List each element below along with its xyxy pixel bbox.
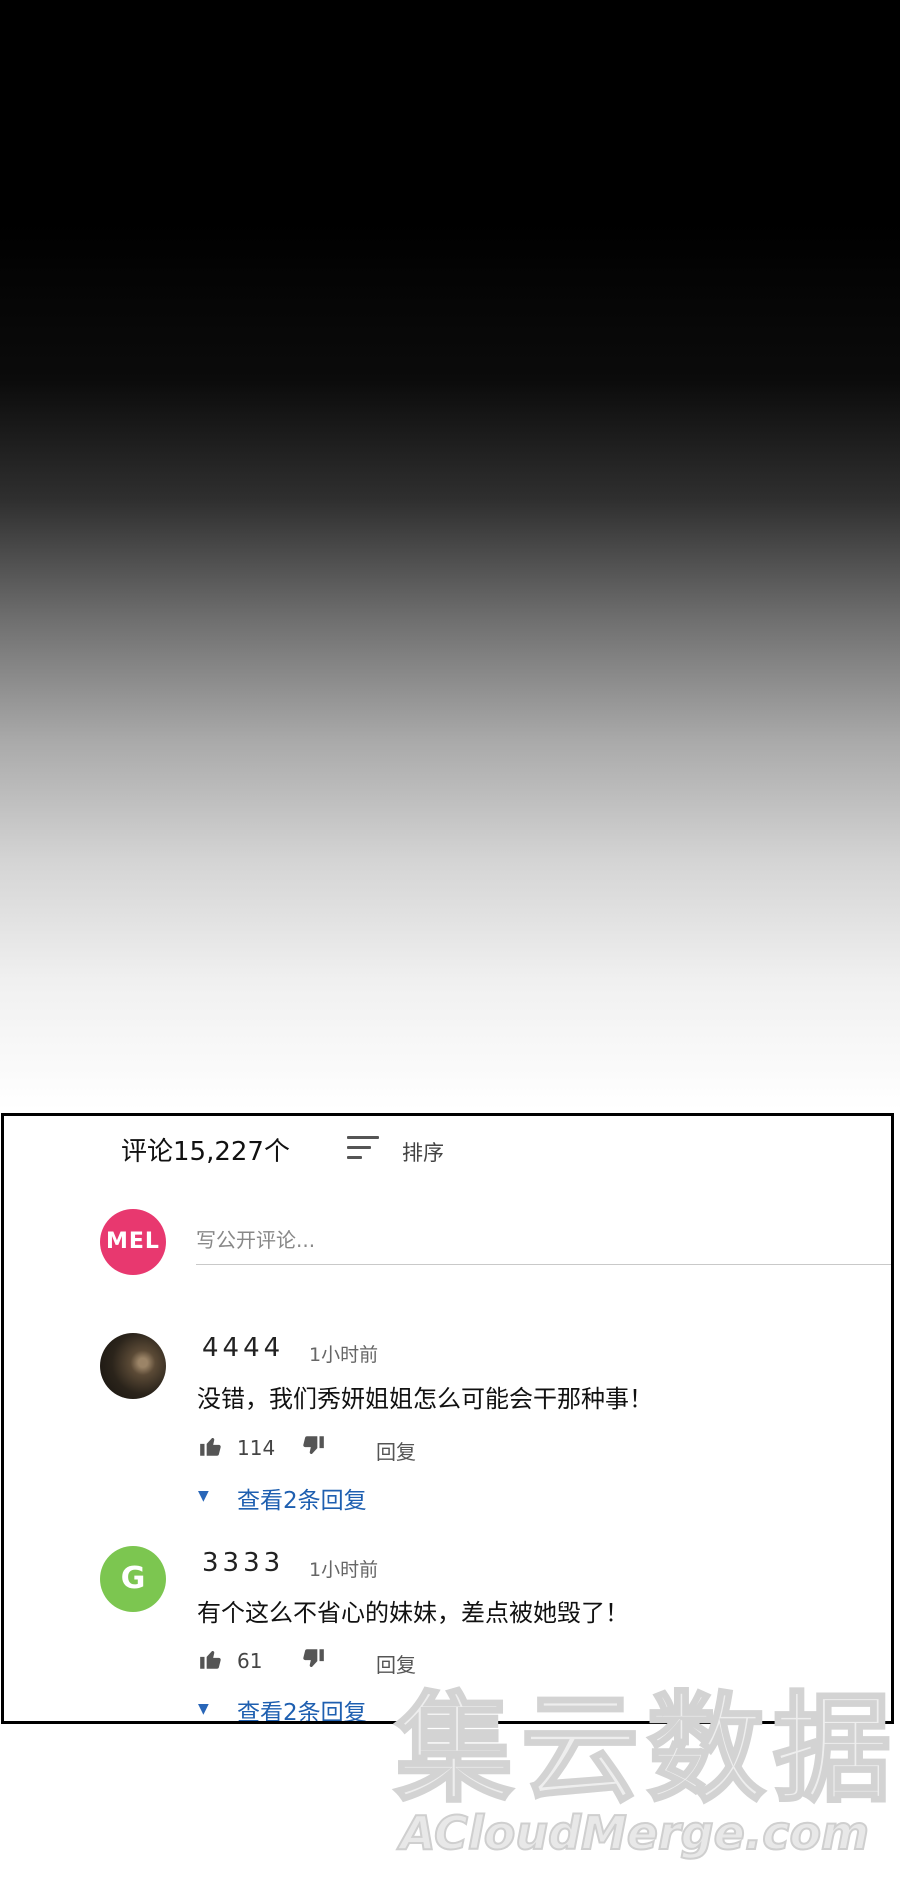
watermark-chinese: 集云数据 [393,1680,900,1818]
comment-time: 1小时前 [309,1344,379,1366]
thumbs-down-icon[interactable] [299,1646,327,1672]
reply-button[interactable]: 回复 [376,1436,416,1465]
caret-down-icon[interactable]: ▼ [198,1488,209,1504]
reply-button[interactable]: 回复 [376,1649,416,1678]
like-count: 114 [237,1436,276,1460]
watermark-english: ACloudMerge.com [399,1806,870,1860]
comment-time: 1小时前 [309,1559,379,1581]
thumbs-up-icon[interactable] [197,1646,225,1672]
thumbs-up-icon[interactable] [197,1433,225,1459]
gradient-backdrop [0,0,900,1110]
like-count: 61 [237,1649,263,1673]
view-replies-link[interactable]: 查看2条回复 [237,1693,367,1721]
comment-author[interactable]: 4444 [202,1333,284,1363]
comment-avatar[interactable] [100,1333,166,1399]
thumbs-down-icon[interactable] [299,1433,327,1459]
caret-down-icon[interactable]: ▼ [198,1701,209,1717]
comment-text: 没错，我们秀妍姐姐怎么可能会干那种事！ [197,1385,653,1413]
comment-count: 评论15,227个 [121,1137,290,1167]
user-avatar: MEL [100,1209,166,1275]
comment-text: 有个这么不省心的妹妹，差点被她毁了！ [197,1599,629,1627]
comment-author[interactable]: 3333 [202,1548,284,1578]
sort-icon[interactable] [347,1136,379,1160]
sort-button[interactable]: 排序 [402,1137,444,1167]
add-comment-input[interactable] [196,1216,891,1265]
comment-avatar[interactable]: G [100,1546,166,1612]
view-replies-link[interactable]: 查看2条回复 [237,1481,367,1515]
comments-panel: 评论15,227个 排序 MEL 4444 1小时前 没错，我们秀妍姐姐怎么可能… [1,1113,894,1724]
